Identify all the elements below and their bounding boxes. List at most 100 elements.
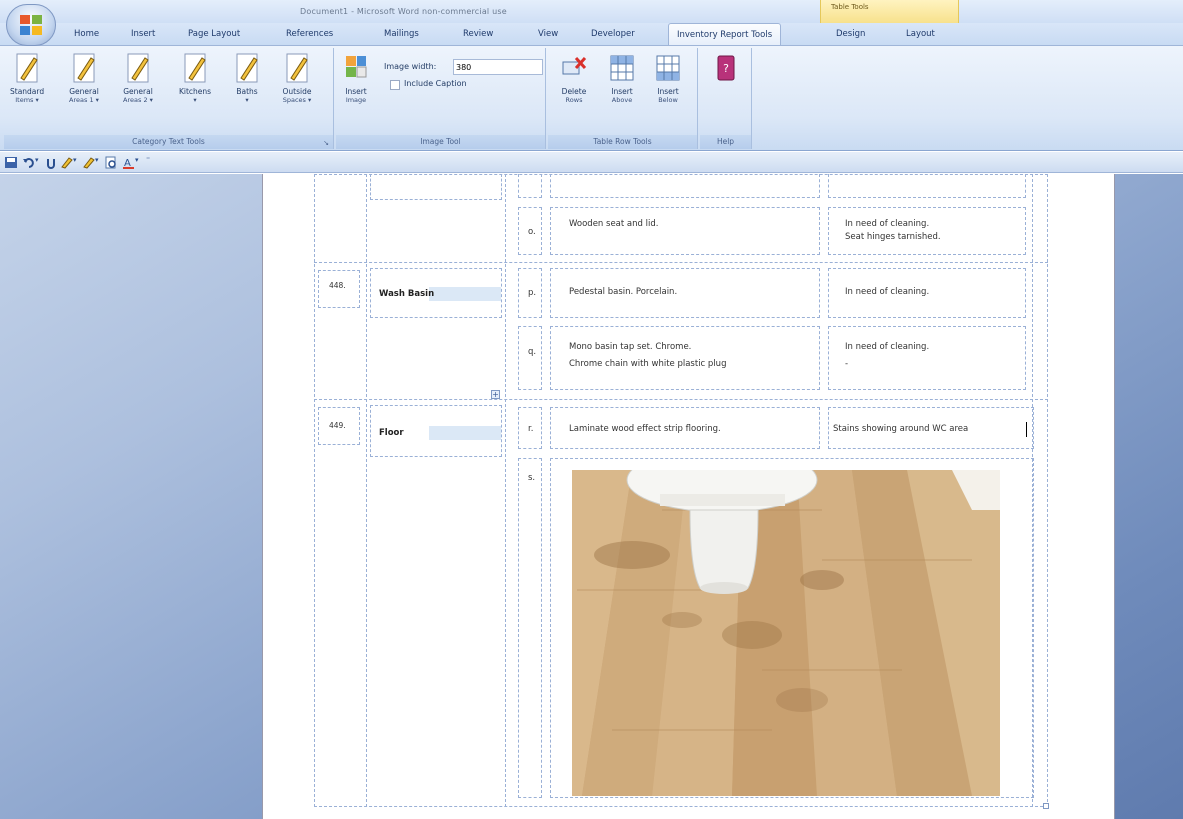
letter-cell xyxy=(518,174,542,198)
letter-cell: r. xyxy=(518,407,542,449)
insert-image-icon xyxy=(346,56,367,78)
tab-home[interactable]: Home xyxy=(74,29,99,39)
floor-photo-image xyxy=(572,470,1000,796)
description-line: Laminate wood effect strip flooring. xyxy=(569,424,721,434)
delete-rows-button[interactable]: Delete Rows xyxy=(558,52,590,104)
table-column-divider xyxy=(366,174,367,807)
table-row-tools-label: Table Row Tools xyxy=(548,135,697,149)
baths-button[interactable]: Baths ▾ xyxy=(232,52,262,104)
insert-below-icon xyxy=(656,55,680,81)
image-width-label: Image width: xyxy=(384,62,437,71)
letter-cell: o. xyxy=(518,207,542,255)
svg-text:?: ? xyxy=(723,62,729,75)
help-button[interactable]: ? xyxy=(711,52,741,84)
condition-line: Seat hinges tarnished. xyxy=(845,232,941,242)
ribbon-tab-bar: Home Insert Page Layout References Maili… xyxy=(0,23,1183,46)
insert-above-icon xyxy=(610,55,634,81)
tab-references[interactable]: References xyxy=(286,29,333,39)
condition-cell[interactable]: In need of cleaning. Seat hinges tarnish… xyxy=(828,207,1026,255)
description-line: Wooden seat and lid. xyxy=(569,219,659,229)
format-painter-dropdown-icon[interactable]: ▾ xyxy=(73,156,77,164)
tab-design[interactable]: Design xyxy=(836,29,865,39)
condition-cell[interactable]: In need of cleaning. - xyxy=(828,326,1026,390)
office-button[interactable] xyxy=(6,4,56,46)
item-name: Wash Basin xyxy=(379,289,435,299)
undo-icon[interactable] xyxy=(22,156,36,169)
condition-line: Stains showing around WC area xyxy=(833,424,969,434)
save-icon[interactable] xyxy=(4,156,18,169)
font-color-icon[interactable]: A xyxy=(122,156,136,169)
image-tool-group: Insert Image Image width: Include Captio… xyxy=(336,48,546,149)
highlighter-icon[interactable] xyxy=(82,156,96,169)
condition-line: In need of cleaning. xyxy=(845,287,930,297)
name-highlight-bar xyxy=(429,287,501,301)
print-preview-icon[interactable] xyxy=(104,156,118,169)
row-letter: s. xyxy=(528,473,536,483)
table-resize-handle-icon[interactable] xyxy=(1043,803,1049,809)
letter-cell: p. xyxy=(518,268,542,318)
condition-cell xyxy=(828,174,1026,198)
description-line: Pedestal basin. Porcelain. xyxy=(569,287,678,297)
pencil-page-icon xyxy=(16,53,38,83)
tab-insert[interactable]: Insert xyxy=(131,29,155,39)
redo-icon[interactable] xyxy=(44,156,58,169)
insert-below-button[interactable]: Insert Below xyxy=(652,52,684,104)
quick-access-toolbar: ▾ ▾ ▾ A ▾ ⁼ xyxy=(0,152,1183,173)
tab-page-layout[interactable]: Page Layout xyxy=(188,29,240,39)
image-width-input[interactable] xyxy=(453,59,543,75)
office-logo-icon xyxy=(20,15,42,35)
title-bar: Document1 - Microsoft Word non-commercia… xyxy=(0,0,1183,23)
row-letter: p. xyxy=(528,288,537,298)
letter-cell: s. xyxy=(518,458,542,798)
category-text-tools-label: Category Text Tools xyxy=(4,135,333,149)
letter-cell: q. xyxy=(518,326,542,390)
item-name-box[interactable]: Wash Basin xyxy=(370,268,502,318)
table-column-divider xyxy=(505,174,506,807)
condition-cell[interactable]: In need of cleaning. xyxy=(828,268,1026,318)
delete-rows-icon xyxy=(562,56,587,75)
tab-mailings[interactable]: Mailings xyxy=(384,29,419,39)
name-highlight-bar xyxy=(429,426,501,440)
table-row-divider xyxy=(314,262,1048,263)
undo-dropdown-icon[interactable]: ▾ xyxy=(35,156,39,164)
tab-view[interactable]: View xyxy=(538,29,558,39)
customize-toolbar-icon[interactable]: ⁼ xyxy=(146,155,150,164)
description-cell[interactable]: Mono basin tap set. Chrome. Chrome chain… xyxy=(550,326,820,390)
description-cell[interactable]: Pedestal basin. Porcelain. xyxy=(550,268,820,318)
floor-photo[interactable] xyxy=(572,470,1000,796)
condition-cell[interactable]: Stains showing around WC area xyxy=(828,407,1034,449)
standard-items-button[interactable]: Standard Items ▾ xyxy=(10,52,44,104)
tab-layout[interactable]: Layout xyxy=(906,29,935,39)
tab-developer[interactable]: Developer xyxy=(591,29,635,39)
context-tab-group-label: Table Tools xyxy=(831,3,869,11)
font-color-dropdown-icon[interactable]: ▾ xyxy=(135,156,139,164)
dialog-launcher-icon[interactable]: ↘ xyxy=(323,139,329,147)
item-number-cell: 449. xyxy=(318,407,360,445)
tab-review[interactable]: Review xyxy=(463,29,493,39)
insert-above-button[interactable]: Insert Above xyxy=(606,52,638,104)
item-name-box[interactable]: Floor xyxy=(370,405,502,457)
ribbon: Standard Items ▾ General Areas 1 ▾ Gener… xyxy=(0,45,1183,151)
description-cell[interactable]: Laminate wood effect strip flooring. xyxy=(550,407,820,449)
pencil-page-icon xyxy=(184,53,206,83)
row-letter: r. xyxy=(528,424,534,434)
tab-inventory-report-tools[interactable]: Inventory Report Tools xyxy=(668,23,782,46)
include-caption-checkbox[interactable] xyxy=(390,80,400,90)
item-number: 449. xyxy=(329,421,346,430)
condition-line: In need of cleaning. xyxy=(845,219,930,229)
description-cell[interactable]: Wooden seat and lid. xyxy=(550,207,820,255)
table-move-handle-icon[interactable]: + xyxy=(491,390,500,399)
highlighter-dropdown-icon[interactable]: ▾ xyxy=(95,156,99,164)
kitchens-button[interactable]: Kitchens ▾ xyxy=(176,52,214,104)
table-row-tools-group: Delete Rows Insert Above Insert Below Ta… xyxy=(548,48,698,149)
pencil-page-icon xyxy=(236,53,258,83)
general-areas-2-button[interactable]: General Areas 2 ▾ xyxy=(120,52,156,104)
outside-spaces-button[interactable]: Outside Spaces ▾ xyxy=(279,52,315,104)
description-line: Chrome chain with white plastic plug xyxy=(569,359,727,369)
format-painter-icon[interactable] xyxy=(60,156,74,169)
general-areas-1-button[interactable]: General Areas 1 ▾ xyxy=(66,52,102,104)
category-text-tools-group: Standard Items ▾ General Areas 1 ▾ Gener… xyxy=(4,48,334,149)
item-name-box xyxy=(370,174,502,200)
insert-image-button[interactable]: Insert Image xyxy=(342,52,370,104)
include-caption-label: Include Caption xyxy=(404,79,467,88)
